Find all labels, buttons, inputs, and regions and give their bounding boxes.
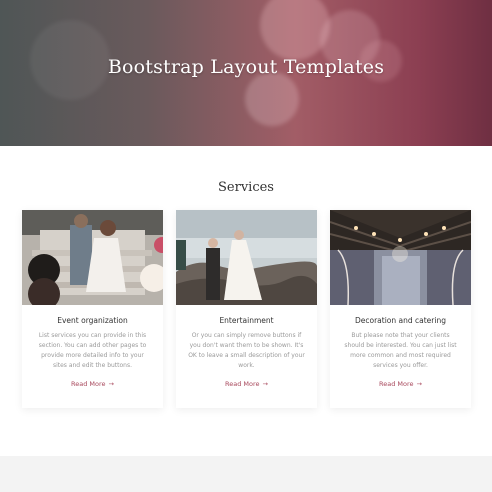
service-image-wedding-crowd xyxy=(22,210,163,305)
service-card-decoration-catering: Decoration and catering But please note … xyxy=(330,210,471,408)
service-title: Decoration and catering xyxy=(355,316,446,325)
hero-blob-3 xyxy=(245,72,299,126)
arrow-right-icon: → xyxy=(416,380,422,388)
read-more-label: Read More xyxy=(379,380,414,388)
read-more-link[interactable]: Read More → xyxy=(22,380,163,388)
service-title: Entertainment xyxy=(219,316,274,325)
service-image-dancing-couple xyxy=(176,210,317,305)
page-title: Bootstrap Layout Templates xyxy=(107,56,385,78)
arrow-right-icon: → xyxy=(262,380,268,388)
read-more-link[interactable]: Read More → xyxy=(330,380,471,388)
services-heading: Services xyxy=(218,180,274,195)
services-section: Services Event organization List service… xyxy=(0,146,492,456)
service-description: Or you can simply remove buttons if you … xyxy=(188,332,305,369)
service-image-lit-hall xyxy=(330,210,471,305)
service-description: List services you can provide in this se… xyxy=(38,332,147,369)
hero-blob-1 xyxy=(260,0,330,60)
service-title: Event organization xyxy=(57,316,128,325)
read-more-link[interactable]: Read More → xyxy=(176,380,317,388)
hero-banner: Bootstrap Layout Templates xyxy=(0,0,492,146)
read-more-label: Read More xyxy=(225,380,260,388)
service-description: But please note that your clients should… xyxy=(344,332,457,369)
service-card-entertainment: Entertainment Or you can simply remove b… xyxy=(176,210,317,408)
service-card-event-organization: Event organization List services you can… xyxy=(22,210,163,408)
arrow-right-icon: → xyxy=(108,380,114,388)
read-more-label: Read More xyxy=(71,380,106,388)
footer-band xyxy=(0,456,492,492)
